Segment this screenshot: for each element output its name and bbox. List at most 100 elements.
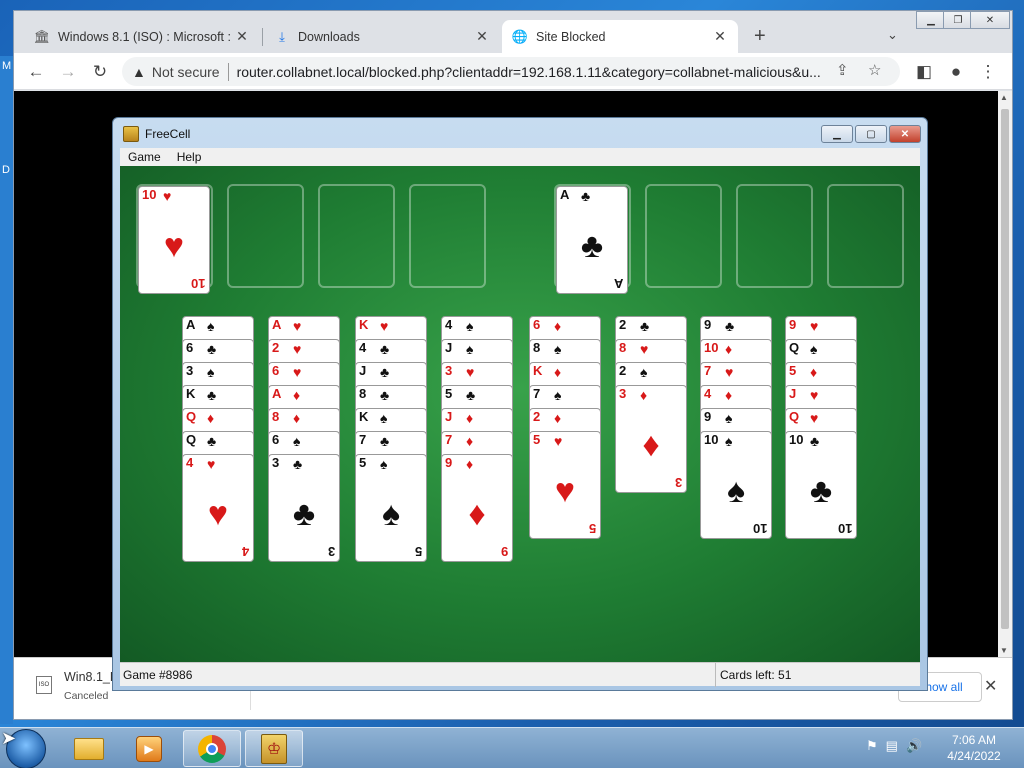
card-rank: 7 — [359, 432, 367, 447]
free-cell-slot[interactable] — [227, 184, 304, 288]
card-suit: ♠ — [380, 456, 388, 472]
playing-card[interactable]: A ♣ ♣ A — [556, 186, 628, 294]
side-panel-icon[interactable]: ◧ — [912, 60, 936, 84]
close-button[interactable]: ✕ — [970, 11, 1010, 29]
playing-card[interactable]: 10 ♥ ♥ 10 — [138, 186, 210, 294]
card-rank: Q — [789, 409, 800, 424]
url-text[interactable]: router.collabnet.local/blocked.php?clien… — [237, 64, 827, 80]
playing-card[interactable]: 10 ♣ ♣ 10 — [785, 431, 857, 539]
playing-card[interactable]: 4 ♥ ♥ 4 — [182, 454, 254, 562]
desktop-letter: M — [2, 60, 12, 72]
card-center-suit: ♦ — [642, 426, 660, 464]
card-center-suit: ♦ — [468, 495, 486, 533]
card-suit: ♥ — [293, 364, 302, 380]
download-filename[interactable]: Win8.1_E — [64, 670, 118, 684]
taskbar-chrome[interactable] — [183, 730, 241, 767]
back-icon[interactable]: ← — [24, 60, 48, 84]
card-suit: ♥ — [163, 188, 172, 204]
card-suit: ♠ — [725, 433, 733, 449]
close-download-bar-icon[interactable]: ✕ — [984, 676, 997, 696]
tab-downloads[interactable]: ⤓ Downloads ✕ — [264, 20, 500, 53]
playing-card[interactable]: 10 ♠ ♠ 10 — [700, 431, 772, 539]
foundation-slot[interactable] — [827, 184, 904, 288]
card-center-suit: ♠ — [381, 495, 401, 533]
close-tab-icon[interactable]: ✕ — [712, 28, 728, 45]
new-tab-button[interactable]: + — [754, 26, 766, 46]
volume-icon[interactable]: 🔊 — [906, 738, 922, 754]
taskbar-media-player[interactable]: ▶ — [120, 730, 178, 767]
free-cell-slot[interactable] — [318, 184, 395, 288]
playing-card[interactable]: 3 ♦ ♦ 3 — [615, 385, 687, 493]
card-rank: 2 — [619, 317, 627, 332]
scrollbar-thumb[interactable] — [1001, 109, 1009, 629]
card-rank: A — [272, 317, 282, 332]
scroll-up-icon[interactable]: ▲ — [1000, 93, 1008, 102]
reload-icon[interactable]: ↻ — [88, 60, 112, 84]
free-cell-slot[interactable] — [409, 184, 486, 288]
network-icon[interactable]: ▤ — [886, 738, 898, 754]
foundation-slot[interactable] — [645, 184, 722, 288]
clock[interactable]: 7:06 AM 4/24/2022 — [938, 732, 1010, 764]
playing-card[interactable]: 5 ♠ ♠ 5 — [355, 454, 427, 562]
foundation-slot[interactable] — [736, 184, 813, 288]
mouse-pointer-icon: ➤ — [1, 728, 17, 748]
share-icon[interactable]: ⇪ — [836, 61, 849, 79]
clock-date: 4/24/2022 — [947, 749, 1001, 763]
card-suit: ♦ — [725, 341, 733, 357]
menu-game[interactable]: Game — [120, 150, 169, 164]
taskbar-freecell[interactable]: ♔ — [245, 730, 303, 767]
security-label[interactable]: Not secure — [152, 64, 220, 80]
card-suit: ♣ — [725, 318, 735, 334]
card-center-suit: ♣ — [809, 472, 833, 510]
action-center-flag-icon[interactable]: ⚑ — [866, 738, 878, 754]
minimize-button[interactable]: ▁ — [916, 11, 946, 29]
card-rank: 8 — [533, 340, 541, 355]
tab-windows-iso[interactable]: 🏛 Windows 8.1 (ISO) : Microsoft : Fr ✕ — [24, 20, 260, 53]
folder-icon — [74, 737, 104, 760]
minimize-button[interactable]: ▁ — [821, 125, 853, 143]
card-rank: J — [445, 409, 453, 424]
scroll-down-icon[interactable]: ▼ — [1000, 646, 1008, 655]
profile-avatar-icon[interactable]: ● — [944, 60, 968, 84]
card-rank: K — [186, 386, 196, 401]
playing-card[interactable]: 9 ♦ ♦ 9 — [441, 454, 513, 562]
playing-card[interactable]: 3 ♣ ♣ 3 — [268, 454, 340, 562]
card-suit: ♥ — [293, 341, 302, 357]
desktop-icons-edge: M D — [0, 56, 13, 724]
card-suit: ♥ — [293, 318, 302, 334]
tab-site-blocked[interactable]: 🌐 Site Blocked ✕ — [502, 20, 738, 53]
close-button[interactable]: ✕ — [889, 125, 921, 143]
game-number: Game #8986 — [123, 668, 193, 682]
card-rank-bottom: 3 — [327, 544, 335, 559]
card-suit: ♥ — [380, 318, 389, 334]
taskbar-explorer[interactable] — [60, 730, 118, 767]
vertical-scrollbar[interactable]: ▲ ▼ — [998, 91, 1012, 657]
browser-toolbar: ← → ↻ ▲ Not secure router.collabnet.loca… — [14, 53, 1012, 90]
card-suit: ♥ — [810, 410, 819, 426]
card-rank-bottom: A — [613, 276, 623, 291]
tab-search-icon[interactable]: ⌄ — [887, 27, 898, 43]
maximize-button[interactable]: ▢ — [855, 125, 887, 143]
system-tray: ⚑ ▤ 🔊 — [866, 738, 922, 754]
forward-icon[interactable]: → — [56, 60, 80, 84]
menu-help[interactable]: Help — [169, 150, 210, 164]
address-bar[interactable]: ▲ Not secure router.collabnet.local/bloc… — [122, 57, 900, 86]
close-tab-icon[interactable]: ✕ — [234, 28, 250, 45]
card-suit: ♠ — [293, 433, 301, 449]
card-suit: ♦ — [466, 410, 474, 426]
menu-kebab-icon[interactable]: ⋮ — [976, 60, 1000, 84]
warning-icon[interactable]: ▲ — [132, 64, 146, 80]
card-rank: 4 — [359, 340, 367, 355]
close-tab-icon[interactable]: ✕ — [474, 28, 490, 45]
playing-card[interactable]: 5 ♥ ♥ 5 — [529, 431, 601, 539]
game-board[interactable]: 10 ♥ ♥ 10 A ♣ ♣ A A ♠ 6 ♣ 3 ♠ K ♣ Q ♦ Q ♣ 4 ♥ ♥ 4 A ♥ 2 ♥ 6 ♥ A ♦ 8 ♦ 6 ♠ 3 ♣… — [120, 166, 920, 662]
card-rank: 2 — [619, 363, 627, 378]
card-suit: ♠ — [207, 364, 215, 380]
bookmark-star-icon[interactable]: ☆ — [868, 61, 881, 79]
card-rank: Q — [789, 340, 800, 355]
card-rank: 7 — [445, 432, 453, 447]
omnibox-separator — [227, 62, 229, 81]
desktop-letter: D — [2, 164, 10, 176]
card-rank: 9 — [704, 317, 712, 332]
restore-button[interactable]: ❐ — [943, 11, 973, 29]
